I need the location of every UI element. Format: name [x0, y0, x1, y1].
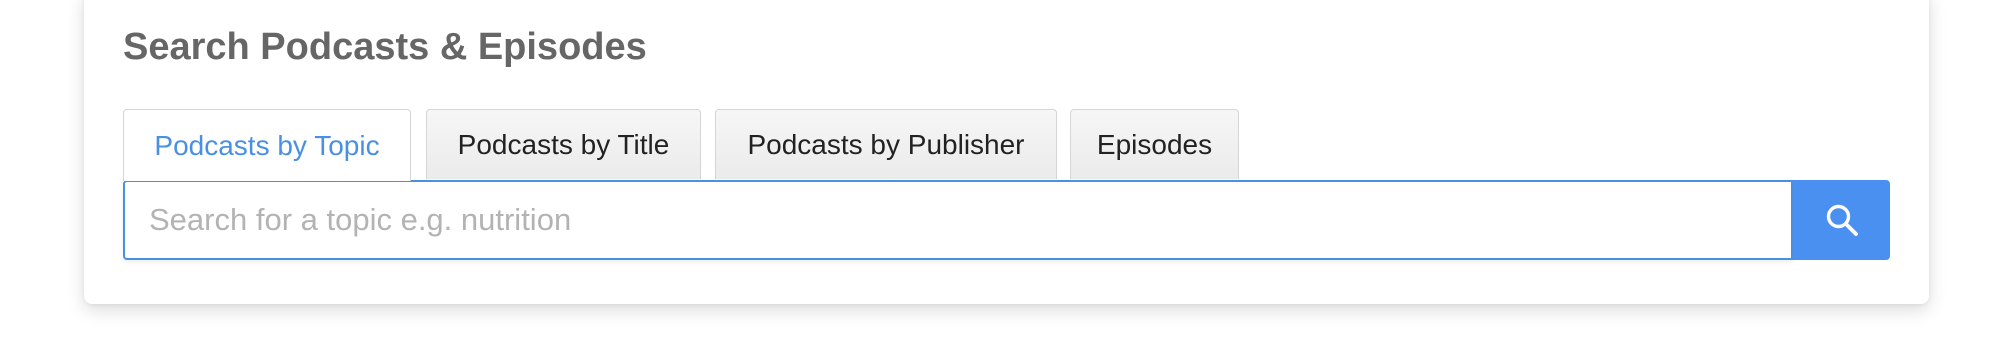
search-bar: [123, 180, 1890, 260]
tab-podcasts-by-publisher[interactable]: Podcasts by Publisher: [715, 109, 1057, 179]
search-button[interactable]: [1793, 180, 1890, 260]
search-icon: [1825, 203, 1859, 237]
section-title: Search Podcasts & Episodes: [123, 26, 647, 68]
search-input[interactable]: [123, 180, 1793, 260]
tab-podcasts-by-title[interactable]: Podcasts by Title: [426, 109, 701, 179]
tab-podcasts-by-topic[interactable]: Podcasts by Topic: [123, 109, 411, 181]
tab-episodes[interactable]: Episodes: [1070, 109, 1239, 179]
search-card: Search Podcasts & Episodes Podcasts by T…: [84, 0, 1929, 304]
